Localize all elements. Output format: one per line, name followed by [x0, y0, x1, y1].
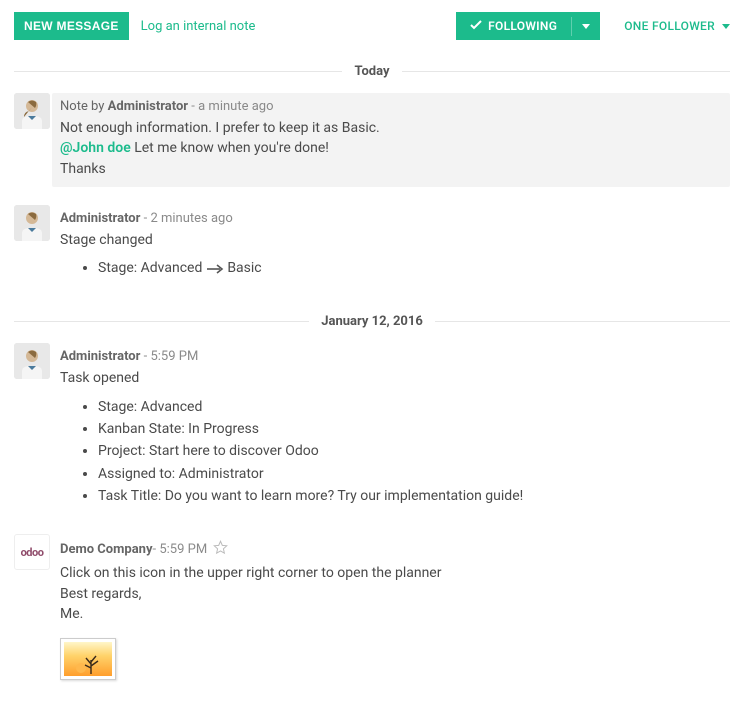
check-icon — [470, 19, 482, 33]
message-meta: Administrator - 2 minutes ago — [60, 211, 722, 226]
message-time: - 5:59 PM — [153, 542, 208, 557]
attachment-image — [64, 642, 112, 676]
following-label: FOLLOWING — [488, 19, 557, 33]
new-message-button[interactable]: NEW MESSAGE — [14, 12, 129, 40]
message-author[interactable]: Administrator — [108, 99, 188, 114]
message-author[interactable]: Administrator — [60, 349, 140, 364]
message-text: Let me know when you're done! — [131, 140, 329, 156]
caret-down-icon — [722, 24, 730, 29]
person-icon — [14, 93, 50, 129]
message-note: Note by Administrator - a minute ago Not… — [14, 93, 730, 187]
list-item: Project: Start here to discover Odoo — [98, 441, 722, 461]
arrow-right-icon — [206, 260, 227, 276]
message-body: Note by Administrator - a minute ago Not… — [52, 93, 730, 187]
message-content: Click on this icon in the upper right co… — [60, 563, 722, 682]
message-line: Click on this icon in the upper right co… — [60, 563, 722, 583]
list-item: Task Title: Do you want to learn more? T… — [98, 486, 722, 506]
date-divider-today: Today — [14, 64, 730, 79]
avatar[interactable] — [14, 343, 50, 379]
message-body: Administrator - 2 minutes ago Stage chan… — [60, 205, 730, 289]
date-divider-label: January 12, 2016 — [309, 314, 435, 329]
message-meta: Administrator - 5:59 PM — [60, 349, 722, 364]
change-list: Stage: Advanced Basic — [98, 258, 722, 278]
list-item: Stage: Advanced — [98, 397, 722, 417]
change-list: Stage: Advanced Kanban State: In Progres… — [98, 397, 722, 506]
message-item: odoo Demo Company - 5:59 PM Click on thi… — [14, 534, 730, 690]
message-author[interactable]: Demo Company — [60, 542, 153, 557]
sunset-tree-icon — [73, 646, 103, 674]
message-content: Task opened Stage: Advanced Kanban State… — [60, 368, 722, 506]
message-body: Administrator - 5:59 PM Task opened Stag… — [60, 343, 730, 516]
date-divider-label: Today — [342, 64, 401, 79]
list-item: Assigned to: Administrator — [98, 464, 722, 484]
message-time: - a minute ago — [188, 99, 273, 114]
message-author[interactable]: Administrator — [60, 211, 140, 226]
stage-from: Advanced — [141, 260, 203, 276]
message-line: Best regards, — [60, 584, 722, 604]
date-divider-jan12: January 12, 2016 — [14, 314, 730, 329]
message-meta: Demo Company - 5:59 PM — [60, 540, 722, 559]
message-line: Me. — [60, 604, 722, 624]
message-time: - 5:59 PM — [140, 349, 198, 364]
star-icon[interactable] — [213, 540, 228, 559]
person-icon — [14, 343, 50, 379]
avatar[interactable] — [14, 93, 50, 129]
following-dropdown-toggle[interactable] — [571, 17, 600, 36]
message-line: Stage changed — [60, 230, 722, 250]
following-button-group: FOLLOWING — [456, 12, 600, 40]
message-body: Demo Company - 5:59 PM Click on this ico… — [60, 534, 730, 690]
log-internal-note-link[interactable]: Log an internal note — [141, 19, 256, 34]
odoo-logo-text: odoo — [21, 546, 44, 559]
message-line: @John doe Let me know when you're done! — [60, 138, 722, 158]
message-item: Administrator - 2 minutes ago Stage chan… — [14, 205, 730, 289]
stage-to: Basic — [227, 260, 261, 276]
message-item: Administrator - 5:59 PM Task opened Stag… — [14, 343, 730, 516]
avatar-company[interactable]: odoo — [14, 534, 50, 570]
caret-down-icon — [582, 24, 590, 29]
message-content: Stage changed Stage: Advanced Basic — [60, 230, 722, 279]
stage-label: Stage: — [98, 260, 141, 276]
attachment-thumbnail[interactable] — [60, 638, 116, 680]
message-content: Not enough information. I prefer to keep… — [60, 118, 722, 179]
attachment-area — [60, 638, 722, 682]
list-item: Kanban State: In Progress — [98, 419, 722, 439]
avatar[interactable] — [14, 205, 50, 241]
note-prefix: Note by — [60, 99, 108, 114]
following-button[interactable]: FOLLOWING — [456, 12, 571, 40]
message-line: Not enough information. I prefer to keep… — [60, 118, 722, 138]
message-time: - 2 minutes ago — [140, 211, 232, 226]
list-item: Stage: Advanced Basic — [98, 258, 722, 278]
message-meta: Note by Administrator - a minute ago — [60, 99, 722, 114]
message-header-bar: NEW MESSAGE Log an internal note FOLLOWI… — [14, 0, 730, 58]
follower-count-label: ONE FOLLOWER — [624, 19, 715, 33]
user-mention[interactable]: @John doe — [60, 140, 131, 156]
follower-count-dropdown[interactable]: ONE FOLLOWER — [624, 19, 730, 33]
person-icon — [14, 205, 50, 241]
message-line: Thanks — [60, 159, 722, 179]
message-line: Task opened — [60, 368, 722, 388]
